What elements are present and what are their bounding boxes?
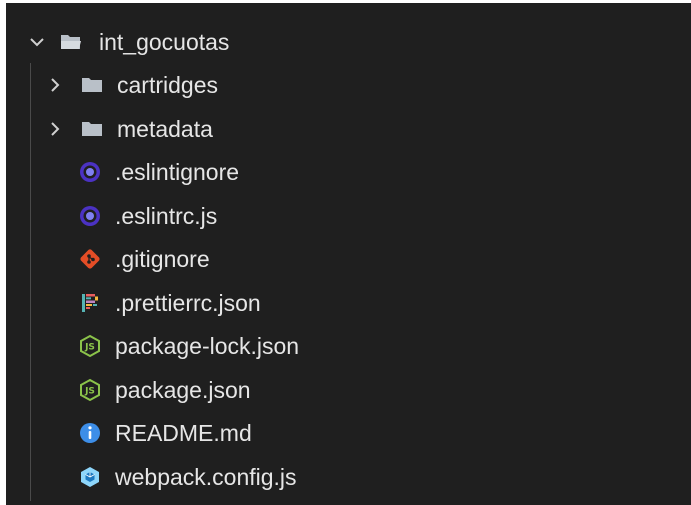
folder-icon (82, 78, 102, 92)
file-explorer: int_gocuotas cartridges metadata .eslint… (6, 3, 691, 505)
tree-row-file-package-lock[interactable]: JS package-lock.json (6, 324, 691, 368)
webpack-icon (81, 467, 99, 487)
tree-row-folder-cartridges[interactable]: cartridges (6, 63, 691, 107)
folder-label-metadata: metadata (117, 116, 213, 142)
svg-text:JS: JS (84, 343, 95, 353)
chevron-down-icon[interactable] (28, 33, 46, 51)
nodejs-icon: JS (80, 378, 100, 402)
folder-open-icon (61, 35, 81, 49)
file-label-package: package.json (115, 377, 251, 403)
chevron-right-icon[interactable] (46, 120, 64, 138)
info-icon (80, 423, 100, 443)
file-label-readme: README.md (115, 420, 252, 446)
nodejs-icon: JS (80, 334, 100, 358)
file-label-webpack-config: webpack.config.js (115, 464, 297, 490)
file-label-eslintrc: .eslintrc.js (115, 203, 218, 229)
file-label-package-lock: package-lock.json (115, 333, 300, 359)
tree-row-file-gitignore[interactable]: .gitignore (6, 237, 691, 281)
prettier-icon (82, 294, 98, 312)
eslint-icon (80, 162, 100, 182)
chevron-right-icon[interactable] (46, 76, 64, 94)
folder-label-root: int_gocuotas (99, 29, 230, 55)
eslint-icon (80, 206, 100, 226)
tree-row-file-prettierrc[interactable]: .prettierrc.json (6, 281, 691, 325)
svg-text:JS: JS (84, 387, 95, 397)
tree-row-file-eslintignore[interactable]: .eslintignore (6, 150, 691, 194)
tree-row-file-package[interactable]: JS package.json (6, 368, 691, 412)
folder-label-cartridges: cartridges (117, 72, 218, 98)
tree-row-file-eslintrc[interactable]: .eslintrc.js (6, 194, 691, 238)
tree-row-file-webpack-config[interactable]: webpack.config.js (6, 455, 691, 499)
file-label-eslintignore: .eslintignore (115, 159, 240, 185)
file-label-prettierrc: .prettierrc.json (115, 290, 261, 316)
tree-row-folder-metadata[interactable]: metadata (6, 107, 691, 151)
file-label-gitignore: .gitignore (115, 246, 210, 272)
git-icon (80, 249, 100, 269)
tree-row-file-readme[interactable]: README.md (6, 411, 691, 455)
folder-icon (82, 122, 102, 136)
tree-row-root-folder[interactable]: int_gocuotas (6, 20, 691, 64)
